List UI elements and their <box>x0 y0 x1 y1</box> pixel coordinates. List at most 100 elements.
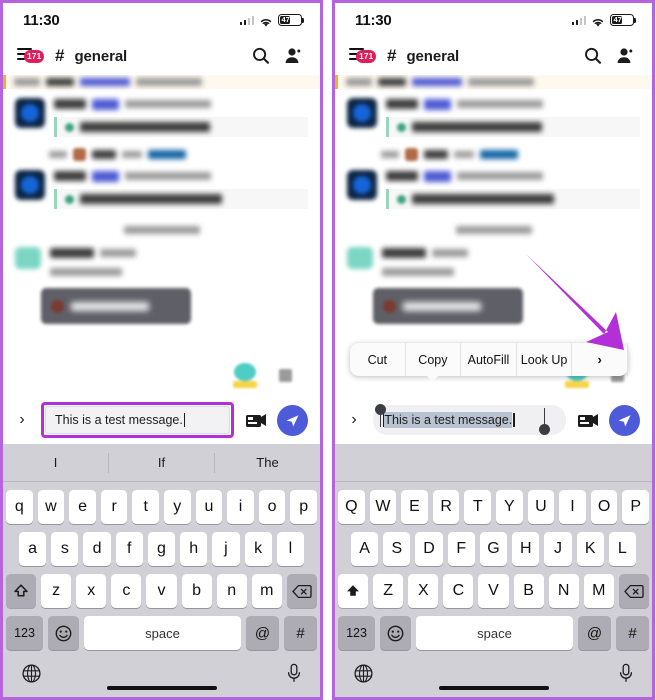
key-z[interactable]: z <box>41 574 72 608</box>
context-menu-item-copy[interactable]: Copy <box>406 343 462 376</box>
key-t[interactable]: t <box>132 490 159 524</box>
context-menu-item-look-up[interactable]: Look Up <box>517 343 573 376</box>
pinned-strip[interactable] <box>335 75 652 89</box>
message-item[interactable] <box>3 89 320 137</box>
space-key[interactable]: space <box>416 616 573 650</box>
key-i[interactable]: I <box>559 490 586 524</box>
key-a[interactable]: A <box>351 532 379 566</box>
key-d[interactable]: D <box>415 532 443 566</box>
message-list[interactable] <box>3 75 320 396</box>
send-button[interactable] <box>609 404 640 436</box>
attachment-icon[interactable] <box>574 407 601 434</box>
selection-handle-start[interactable] <box>375 404 386 427</box>
key-w[interactable]: w <box>37 490 65 524</box>
menu-button[interactable]: 171 <box>17 45 47 67</box>
key-j[interactable]: j <box>212 532 240 566</box>
key-a[interactable]: a <box>19 532 47 566</box>
message-item[interactable] <box>335 89 652 137</box>
message-item[interactable] <box>335 237 652 281</box>
emoji-key[interactable] <box>380 616 411 650</box>
key-g[interactable]: g <box>147 532 176 566</box>
key-k[interactable]: K <box>576 532 604 566</box>
key-o[interactable]: O <box>590 490 618 524</box>
search-icon[interactable] <box>250 45 272 67</box>
pinned-strip[interactable] <box>3 75 320 89</box>
selection-handle-end[interactable] <box>539 408 550 435</box>
key-s[interactable]: s <box>51 532 79 566</box>
key-h[interactable]: H <box>512 532 540 566</box>
key-l[interactable]: l <box>276 532 304 566</box>
expand-composer-button[interactable]: › <box>343 409 365 431</box>
microphone-icon[interactable] <box>618 663 634 689</box>
key-d[interactable]: d <box>83 532 111 566</box>
context-menu-item-cut[interactable]: Cut <box>350 343 406 376</box>
key-m[interactable]: m <box>251 574 282 608</box>
globe-icon[interactable] <box>353 663 374 689</box>
channel-name[interactable]: general <box>406 48 459 65</box>
key-f[interactable]: F <box>447 532 475 566</box>
onscreen-keyboard[interactable]: Q W E R T Y U I O P A S D F G H J K L Z … <box>335 444 652 697</box>
search-icon[interactable] <box>582 45 604 67</box>
key-v[interactable]: v <box>146 574 177 608</box>
expand-composer-button[interactable]: › <box>11 409 33 431</box>
key-x[interactable]: x <box>76 574 107 608</box>
channel-name[interactable]: general <box>74 48 127 65</box>
close-icon[interactable] <box>279 369 292 382</box>
key-u[interactable]: u <box>195 490 223 524</box>
key-h[interactable]: h <box>180 532 208 566</box>
context-menu-more-chevron[interactable]: › <box>572 343 628 376</box>
key-k[interactable]: k <box>244 532 272 566</box>
delete-key[interactable] <box>286 574 317 608</box>
members-icon[interactable] <box>282 45 304 67</box>
suggestion-0[interactable]: I <box>3 452 109 473</box>
attachment-icon[interactable] <box>242 407 269 434</box>
message-item[interactable] <box>335 161 652 209</box>
message-item[interactable] <box>3 237 320 281</box>
delete-key[interactable] <box>618 574 649 608</box>
key-b[interactable]: b <box>181 574 212 608</box>
key-g[interactable]: G <box>479 532 508 566</box>
key-z[interactable]: Z <box>373 574 404 608</box>
context-menu-item-autofill[interactable]: AutoFill <box>461 343 517 376</box>
key-s[interactable]: S <box>383 532 411 566</box>
key-q[interactable]: Q <box>338 490 365 524</box>
members-icon[interactable] <box>614 45 636 67</box>
key-b[interactable]: B <box>513 574 544 608</box>
autocomplete-bar[interactable]: I If The <box>3 444 320 482</box>
key-y[interactable]: Y <box>496 490 523 524</box>
key-c[interactable]: C <box>443 574 474 608</box>
at-key[interactable]: @ <box>578 616 611 650</box>
key-n[interactable]: n <box>216 574 247 608</box>
key-t[interactable]: T <box>464 490 491 524</box>
text-selection-context-menu[interactable]: Cut Copy AutoFill Look Up › <box>350 343 628 382</box>
message-item[interactable] <box>3 161 320 209</box>
key-j[interactable]: J <box>544 532 572 566</box>
key-p[interactable]: p <box>290 490 317 524</box>
key-c[interactable]: c <box>111 574 142 608</box>
numbers-key[interactable]: 123 <box>6 616 43 650</box>
menu-button[interactable]: 171 <box>349 45 379 67</box>
video-attachment[interactable] <box>41 288 191 324</box>
space-key[interactable]: space <box>84 616 241 650</box>
shift-key[interactable] <box>6 574 37 608</box>
key-o[interactable]: o <box>258 490 286 524</box>
suggestion-2[interactable]: The <box>215 453 320 473</box>
key-f[interactable]: f <box>115 532 143 566</box>
video-attachment[interactable] <box>373 288 523 324</box>
hash-key[interactable]: # <box>284 616 317 650</box>
key-n[interactable]: N <box>548 574 579 608</box>
key-p[interactable]: P <box>622 490 649 524</box>
microphone-icon[interactable] <box>286 663 302 689</box>
send-button[interactable] <box>277 404 308 436</box>
emoji-key[interactable] <box>48 616 79 650</box>
key-r[interactable]: r <box>100 490 128 524</box>
key-r[interactable]: R <box>432 490 460 524</box>
key-v[interactable]: V <box>478 574 509 608</box>
globe-icon[interactable] <box>21 663 42 689</box>
key-e[interactable]: e <box>69 490 96 524</box>
key-q[interactable]: q <box>6 490 33 524</box>
key-w[interactable]: W <box>369 490 397 524</box>
key-m[interactable]: M <box>583 574 614 608</box>
at-key[interactable]: @ <box>246 616 279 650</box>
key-y[interactable]: y <box>164 490 191 524</box>
